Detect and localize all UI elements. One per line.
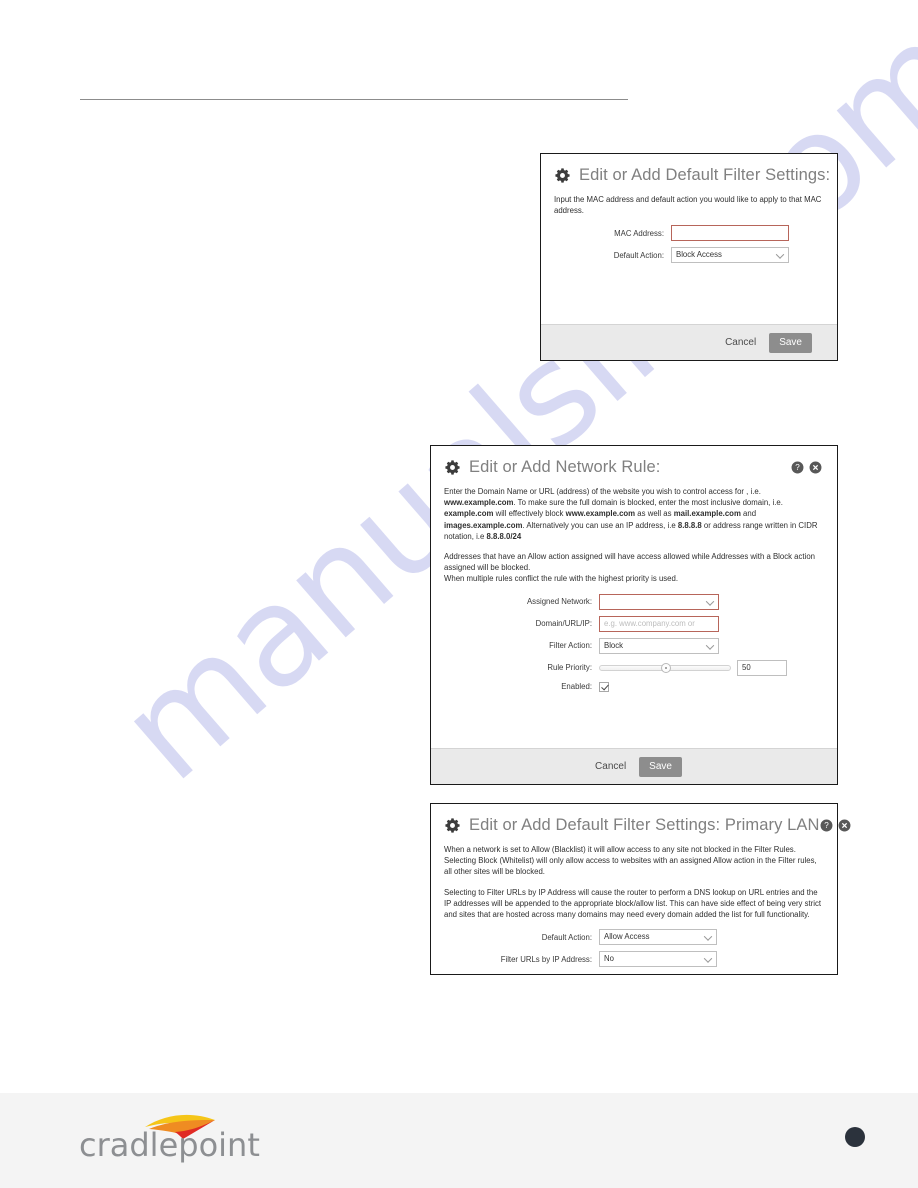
filter-urls-by-ip-value: No <box>604 954 614 964</box>
default-action-select[interactable]: Block Access <box>671 247 789 264</box>
svg-text:?: ? <box>795 463 800 472</box>
field-row-domain-url-ip: Domain/URL/IP: <box>444 615 824 632</box>
assigned-network-select[interactable] <box>599 593 719 610</box>
gear-icon <box>445 818 460 833</box>
close-icon[interactable] <box>809 461 822 474</box>
dialog-title: Edit or Add Default Filter Settings: Pri… <box>469 816 820 834</box>
dialog-default-filter-settings-primary-lan: Edit or Add Default Filter Settings: Pri… <box>430 803 850 975</box>
domain-url-ip-input[interactable] <box>599 615 719 632</box>
field-row-default-action: Default Action: Allow Access <box>444 929 824 946</box>
dialog-description-primary: When a network is set to Allow (Blacklis… <box>444 845 817 877</box>
form-fields: Assigned Network: Domain/URL/IP: Filter … <box>444 593 824 692</box>
field-row-default-action: Default Action: Block Access <box>554 247 824 264</box>
dialog-description-secondary: Selecting to Filter URLs by IP Address w… <box>444 887 822 920</box>
chevron-down-icon <box>705 957 712 961</box>
dialog-footer: Cancel Save <box>431 748 837 784</box>
field-row-filter-urls-by-ip: Filter URLs by IP Address: No <box>444 951 824 968</box>
filter-action-value: Block <box>604 640 624 650</box>
field-label-filter-action: Filter Action: <box>549 641 592 651</box>
enabled-checkbox[interactable] <box>599 681 609 692</box>
gear-icon <box>445 460 460 475</box>
mac-address-input[interactable] <box>671 225 789 242</box>
close-icon[interactable] <box>838 819 851 832</box>
dialog-description: Input the MAC address and default action… <box>554 195 822 216</box>
dialog-description-secondary-line2: When multiple rules conflict the rule wi… <box>444 574 679 584</box>
svg-text:?: ? <box>824 821 829 830</box>
cancel-button[interactable]: Cancel <box>586 757 635 777</box>
gear-icon <box>555 168 570 183</box>
dialog-title: Edit or Add Default Filter Settings: <box>579 166 831 184</box>
field-label-assigned-network: Assigned Network: <box>526 597 592 607</box>
field-label-rule-priority: Rule Priority: <box>547 663 592 673</box>
form-fields: Default Action: Allow Access Filter URLs… <box>444 929 824 968</box>
dialog-title: Edit or Add Network Rule: <box>469 458 661 476</box>
dialog-header: Edit or Add Default Filter Settings: <box>554 166 830 185</box>
save-button[interactable]: Save <box>769 332 812 353</box>
filter-urls-by-ip-select[interactable]: No <box>599 951 717 968</box>
chevron-down-icon <box>705 935 712 939</box>
field-label-default-action: Default Action: <box>613 250 664 260</box>
dialog-header: Edit or Add Default Filter Settings: Pri… <box>444 816 850 835</box>
slider-thumb[interactable] <box>661 662 672 673</box>
page-top-divider <box>80 99 628 100</box>
cradlepoint-logo: cradlepoint <box>79 1106 289 1168</box>
field-label-domain-url-ip: Domain/URL/IP: <box>535 619 592 629</box>
footer-page-dot <box>845 1127 865 1147</box>
field-label-enabled: Enabled: <box>561 682 592 692</box>
help-icon[interactable]: ? <box>791 461 804 474</box>
field-row-mac-address: MAC Address: <box>554 225 824 242</box>
rule-priority-slider[interactable] <box>599 661 731 675</box>
chevron-down-icon <box>777 253 784 257</box>
default-action-select[interactable]: Allow Access <box>599 929 717 946</box>
svg-text:cradlepoint: cradlepoint <box>79 1126 260 1164</box>
chevron-down-icon <box>707 600 714 604</box>
field-label-filter-urls-by-ip: Filter URLs by IP Address: <box>500 954 592 964</box>
default-action-value: Block Access <box>676 250 722 260</box>
field-row-filter-action: Filter Action: Block <box>444 637 824 654</box>
field-row-assigned-network: Assigned Network: <box>444 593 824 610</box>
dialog-footer: Cancel Save <box>541 324 837 360</box>
help-icon[interactable]: ? <box>820 819 833 832</box>
dialog-description-secondary-line1: Addresses that have an Allow action assi… <box>444 552 815 573</box>
field-label-mac-address: MAC Address: <box>614 228 664 238</box>
form-fields: MAC Address: Default Action: Block Acces… <box>554 225 824 264</box>
dialog-default-filter-settings-mac: Edit or Add Default Filter Settings: Inp… <box>540 153 838 361</box>
field-row-rule-priority: Rule Priority: <box>444 659 824 676</box>
field-row-enabled: Enabled: <box>444 681 824 692</box>
cancel-button[interactable]: Cancel <box>716 333 765 353</box>
field-label-default-action: Default Action: <box>541 932 592 942</box>
rule-priority-input[interactable] <box>737 659 787 676</box>
dialog-description-primary: Enter the Domain Name or URL (address) o… <box>444 487 818 541</box>
dialog-header: Edit or Add Network Rule: ? <box>444 458 824 477</box>
chevron-down-icon <box>707 644 714 648</box>
dialog-network-rule: Edit or Add Network Rule: ? Enter the Do… <box>430 445 838 785</box>
filter-action-select[interactable]: Block <box>599 637 719 654</box>
default-action-value: Allow Access <box>604 932 650 942</box>
cradlepoint-logo-svg: cradlepoint <box>79 1114 260 1164</box>
save-button[interactable]: Save <box>639 756 682 777</box>
